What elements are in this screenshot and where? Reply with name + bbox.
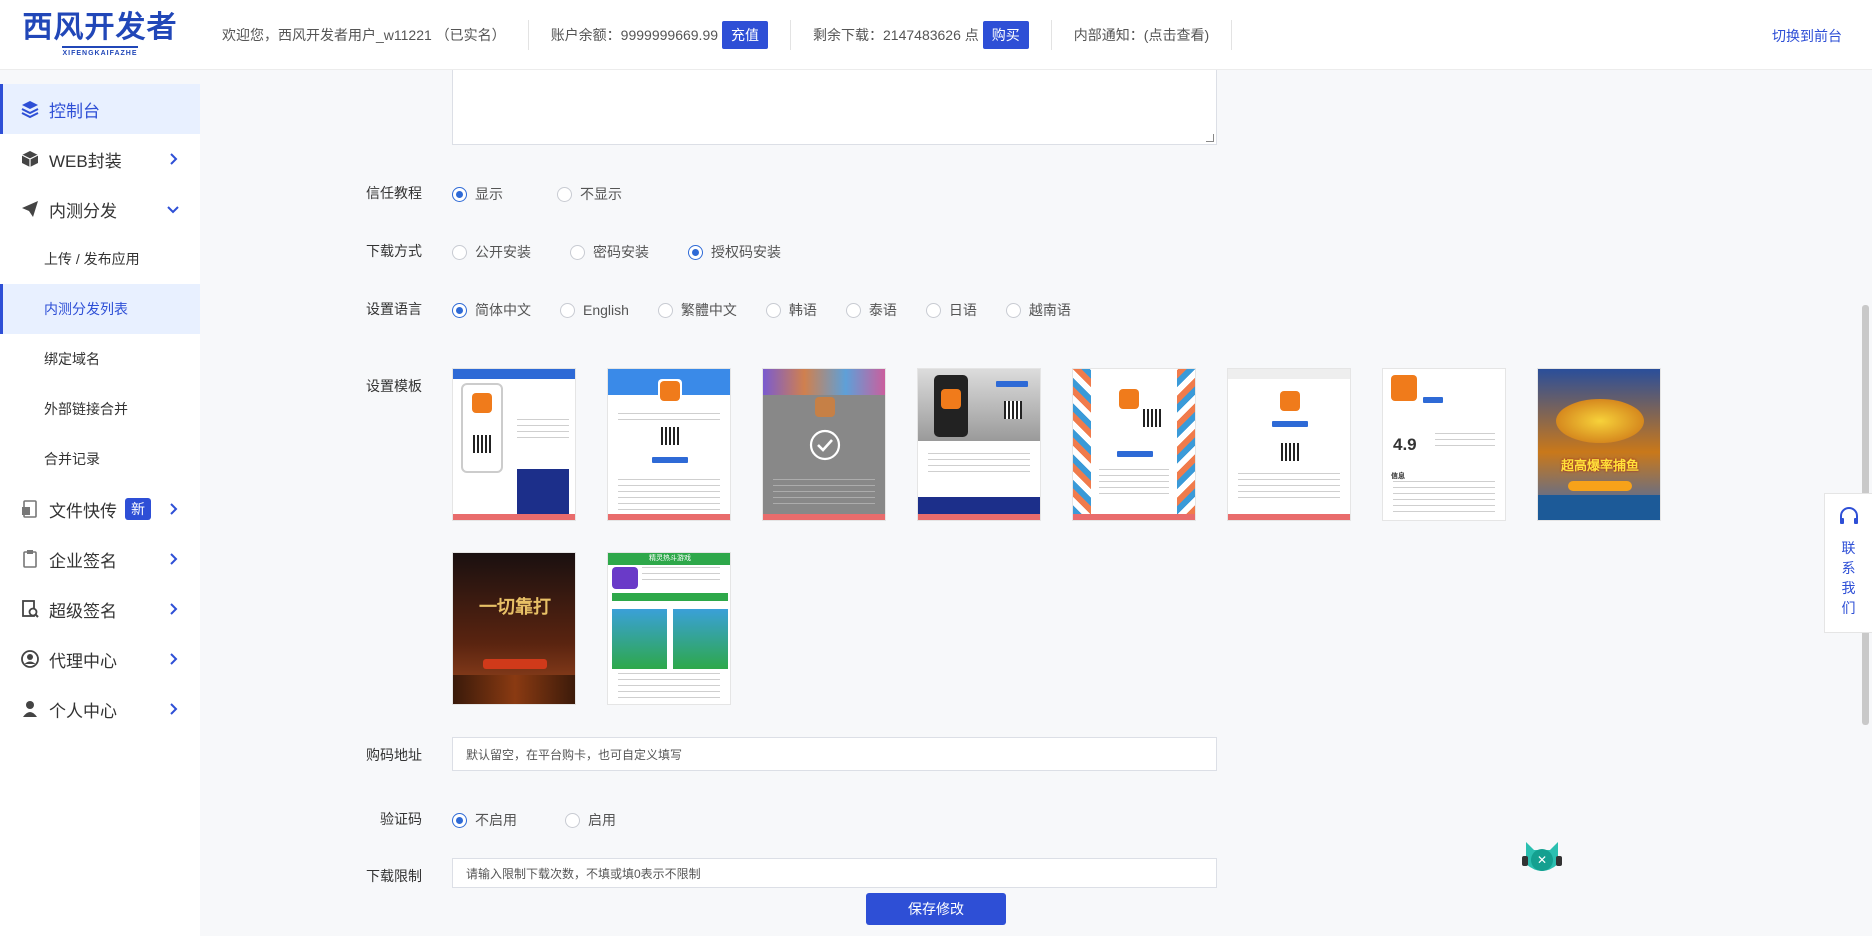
contact-us-panel[interactable]: 联 系 我 们 (1824, 493, 1872, 633)
captcha-radio-group: 不启用 启用 (452, 810, 655, 830)
lang-zh-tw-radio[interactable]: 繁體中文 (657, 300, 737, 320)
template-option-1[interactable] (452, 368, 576, 521)
template-option-3[interactable] (762, 368, 886, 521)
template-option-10[interactable]: 精灵热斗游戏 (607, 552, 731, 705)
new-badge: 新 (125, 498, 151, 520)
template-option-9[interactable]: 一切靠打 (452, 552, 576, 705)
download-limit-input[interactable]: 请输入限制下载次数，不填或填0表示不限制 (452, 858, 1217, 888)
template-option-6[interactable] (1227, 368, 1351, 521)
balance-label: 账户余额：9999999669.99 (550, 26, 719, 43)
sidebar-item-merge-records[interactable]: 合并记录 (0, 434, 200, 484)
download-authcode-radio[interactable]: 授权码安装 (688, 242, 781, 262)
lang-ko-radio[interactable]: 韩语 (765, 300, 817, 320)
resize-handle[interactable] (1206, 134, 1214, 142)
trust-hide-radio[interactable]: 不显示 (557, 184, 622, 204)
notice-link[interactable]: 内部通知：(点击查看) (1052, 19, 1233, 50)
chevron-right-icon (170, 553, 178, 565)
sidebar-item-link-merge[interactable]: 外部链接合并 (0, 384, 200, 434)
recharge-button[interactable]: 充值 (722, 20, 769, 49)
save-button[interactable]: 保存修改 (866, 893, 1006, 925)
purchase-url-input[interactable]: 默认留空，在平台购卡，也可自定义填写 (452, 737, 1217, 771)
check-circle-icon (809, 429, 841, 461)
headset-icon (1839, 507, 1858, 524)
sidebar-item-web-wrap[interactable]: WEB封装 (0, 134, 200, 184)
agent-icon (20, 649, 40, 669)
paper-plane-icon (20, 199, 40, 219)
lang-zh-cn-radio[interactable]: 简体中文 (452, 300, 531, 320)
sidebar-item-upload-app[interactable]: 上传 / 发布应用 (0, 234, 200, 284)
logo[interactable]: 西风开发者 XIFENGKAIFAZHE (0, 0, 200, 70)
template-option-5[interactable] (1072, 368, 1196, 521)
layers-icon (20, 99, 40, 119)
download-limit-label: 下载限制 (366, 868, 422, 884)
chevron-right-icon (170, 653, 178, 665)
svg-text:✕: ✕ (1537, 853, 1547, 867)
lang-vi-radio[interactable]: 越南语 (1005, 300, 1071, 320)
sidebar-item-bind-domain[interactable]: 绑定域名 (0, 334, 200, 384)
captcha-off-radio[interactable]: 不启用 (452, 810, 517, 830)
logo-title: 西风开发者 (22, 11, 178, 44)
logo-subtitle: XIFENGKAIFAZHE (62, 46, 138, 57)
balance: 账户余额：9999999669.99 充值 (529, 19, 792, 50)
template-option-8[interactable]: 超高爆率捕鱼 (1537, 368, 1661, 521)
sidebar-item-super-sign[interactable]: 超级签名 (0, 584, 200, 634)
sidebar: 控制台 WEB封装 内测分发 上传 / 发布应用 内测分发列表 绑定域名 外部链… (0, 84, 200, 936)
downloads-label: 剩余下载：2147483626 点 (813, 26, 979, 43)
sidebar-item-personal-center[interactable]: 个人中心 (0, 684, 200, 734)
chevron-right-icon (170, 703, 178, 715)
template-option-4[interactable] (917, 368, 1041, 521)
mascot-chat-icon[interactable]: ✕ (1520, 834, 1564, 878)
download-radio-group: 公开安装 密码安装 授权码安装 (452, 242, 820, 262)
lang-en-radio[interactable]: English (560, 302, 629, 318)
purchase-url-label: 购码地址 (366, 747, 422, 763)
switch-frontend-link[interactable]: 切换到前台 (1772, 26, 1842, 46)
buy-button[interactable]: 购买 (982, 20, 1029, 49)
template-option-2[interactable] (607, 368, 731, 521)
chevron-down-icon (167, 206, 179, 214)
template-label: 设置模板 (366, 378, 422, 394)
captcha-label: 验证码 (380, 811, 422, 827)
sidebar-item-beta-dist[interactable]: 内测分发 (0, 184, 200, 234)
file-icon (20, 499, 40, 519)
trust-show-radio[interactable]: 显示 (452, 184, 503, 204)
download-password-radio[interactable]: 密码安装 (570, 242, 649, 262)
chevron-right-icon (170, 153, 178, 165)
lang-th-radio[interactable]: 泰语 (845, 300, 897, 320)
top-bar: 西风开发者 XIFENGKAIFAZHE 欢迎您，西风开发者用户_w11221 … (0, 0, 1872, 70)
download-label: 下载方式 (366, 243, 422, 259)
chevron-right-icon (170, 603, 178, 615)
language-label: 设置语言 (366, 301, 422, 317)
language-radio-group: 简体中文 English 繁體中文 韩语 泰语 日语 越南语 (452, 300, 1071, 320)
downloads: 剩余下载：2147483626 点 购买 (791, 19, 1052, 50)
clipboard-icon (20, 549, 40, 569)
user-icon (20, 699, 40, 719)
sidebar-item-console[interactable]: 控制台 (0, 84, 200, 134)
sidebar-item-beta-list[interactable]: 内测分发列表 (0, 284, 200, 334)
captcha-on-radio[interactable]: 启用 (565, 810, 616, 830)
sidebar-item-file-transfer[interactable]: 文件快传 新 (0, 484, 200, 534)
chevron-right-icon (170, 503, 178, 515)
sidebar-item-enterprise-sign[interactable]: 企业签名 (0, 534, 200, 584)
template-option-7[interactable]: 4.9 信息 (1382, 368, 1506, 521)
doc-search-icon (20, 599, 40, 619)
download-public-radio[interactable]: 公开安装 (452, 242, 531, 262)
lang-ja-radio[interactable]: 日语 (925, 300, 977, 320)
sidebar-item-agent-center[interactable]: 代理中心 (0, 634, 200, 684)
welcome-text: 欢迎您，西风开发者用户_w11221 （已实名） (200, 19, 529, 50)
trust-radio-group: 显示 不显示 (452, 184, 661, 204)
trust-label: 信任教程 (366, 185, 422, 201)
box-icon (20, 149, 40, 169)
